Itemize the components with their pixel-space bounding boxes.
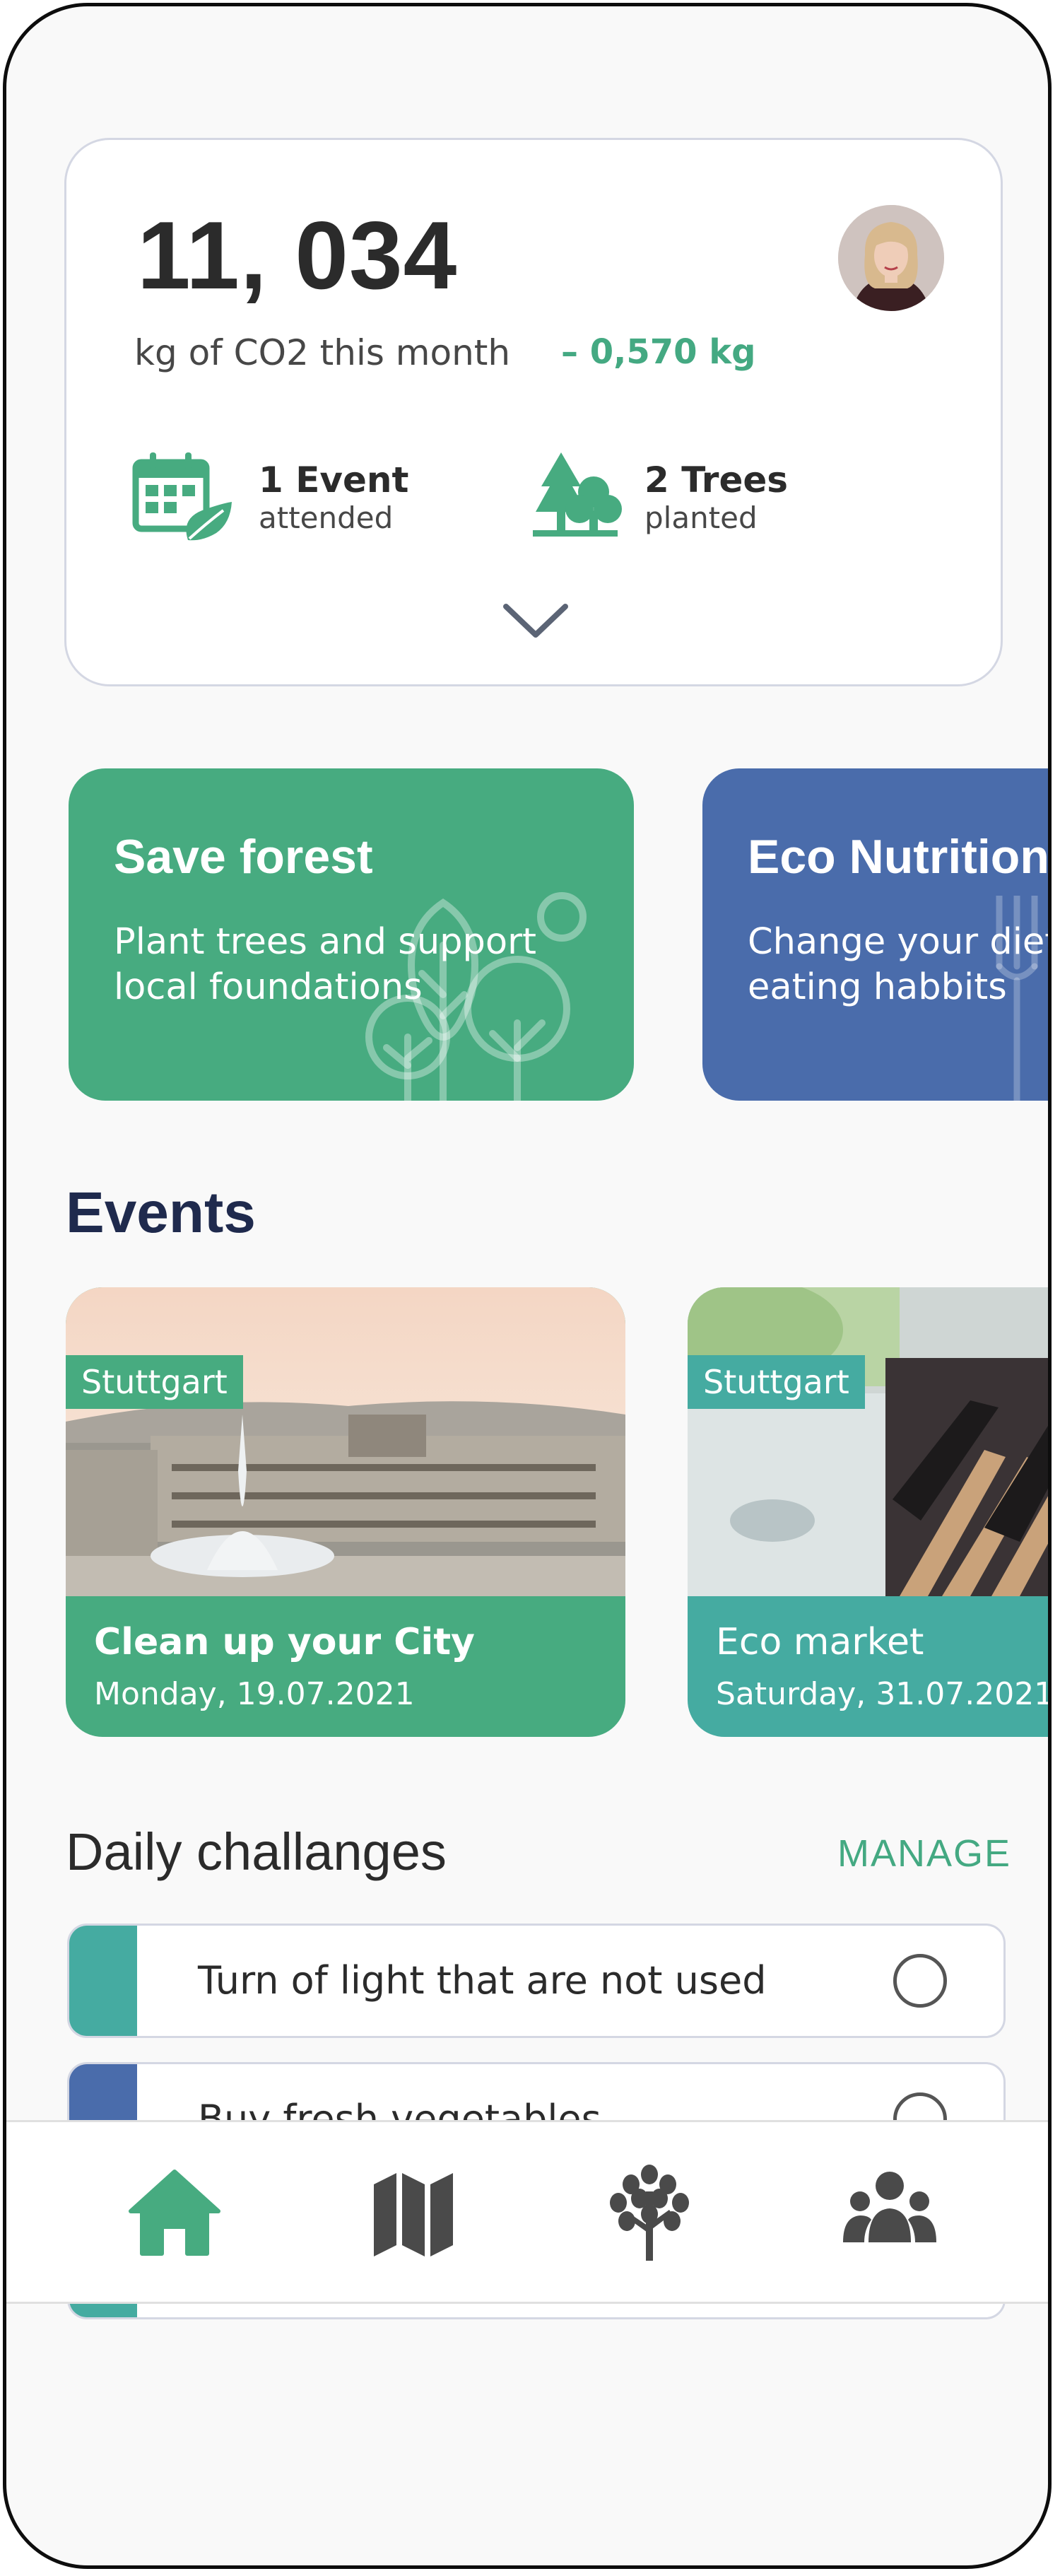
- topic-title: Save forest: [114, 830, 373, 884]
- topic-title: Eco Nutrition: [748, 830, 1049, 884]
- trees-stat-subtitle: planted: [644, 500, 758, 535]
- phone-frame: 11, 034 kg of CO2 this month – 0,570 kg: [3, 3, 1052, 2569]
- topic-description: Change your diet eating habbits: [748, 920, 1052, 1010]
- event-name: Clean up your City: [94, 1621, 475, 1663]
- event-name: Eco market: [716, 1621, 924, 1663]
- challenge-text: Turn of light that are not used: [198, 1958, 767, 2003]
- chevron-down-icon[interactable]: [500, 599, 571, 642]
- event-card[interactable]: Stuttgart Eco market Saturday, 31.07.202…: [688, 1287, 1052, 1737]
- challenges-heading: Daily challanges: [66, 1822, 447, 1881]
- events-stat-subtitle: attended: [259, 500, 394, 535]
- topic-card-save-forest[interactable]: Save forest Plant trees and support loca…: [69, 768, 634, 1101]
- city-tag: Stuttgart: [66, 1355, 243, 1409]
- topic-description-line: Plant trees and support: [114, 921, 537, 963]
- community-icon[interactable]: [840, 2163, 939, 2262]
- topic-description-line: Change your diet: [748, 921, 1052, 963]
- event-date: Monday, 19.07.2021: [94, 1676, 415, 1712]
- event-photo-market: [688, 1287, 1048, 1596]
- avatar-image: [838, 205, 944, 311]
- trees-stat-title: 2 Trees: [644, 459, 789, 500]
- topic-description: Plant trees and support local foundation…: [114, 920, 536, 1010]
- challenge-checkbox[interactable]: [893, 1954, 947, 2008]
- event-date: Saturday, 31.07.2021: [716, 1676, 1052, 1712]
- topic-description-line: eating habbits: [748, 966, 1007, 1008]
- challenge-color-bar: [69, 1926, 137, 2036]
- event-card[interactable]: Stuttgart Clean up your City Monday, 19.…: [66, 1287, 625, 1737]
- challenge-item[interactable]: Turn of light that are not used: [67, 1924, 1006, 2038]
- event-photo-palace: [66, 1287, 625, 1596]
- tree-icon[interactable]: [600, 2163, 699, 2262]
- co2-value: 11, 034: [137, 201, 458, 309]
- city-tag: Stuttgart: [688, 1355, 865, 1409]
- bottom-nav: [6, 2120, 1048, 2304]
- manage-button[interactable]: MANAGE: [837, 1832, 1011, 1875]
- co2-stats-card[interactable]: 11, 034 kg of CO2 this month – 0,570 kg: [64, 138, 1003, 686]
- events-stat-title: 1 Event: [259, 459, 409, 500]
- events-heading: Events: [66, 1181, 256, 1245]
- home-icon[interactable]: [125, 2163, 224, 2262]
- topic-card-eco-nutrition[interactable]: Eco Nutrition Change your diet eating ha…: [702, 768, 1052, 1101]
- topic-description-line: local foundations: [114, 966, 423, 1008]
- map-icon[interactable]: [364, 2163, 463, 2262]
- co2-label: kg of CO2 this month: [134, 332, 511, 373]
- calendar-leaf-icon: [132, 452, 232, 541]
- avatar[interactable]: [838, 205, 944, 311]
- trees-icon: [533, 452, 622, 537]
- co2-delta: – 0,570 kg: [561, 332, 756, 372]
